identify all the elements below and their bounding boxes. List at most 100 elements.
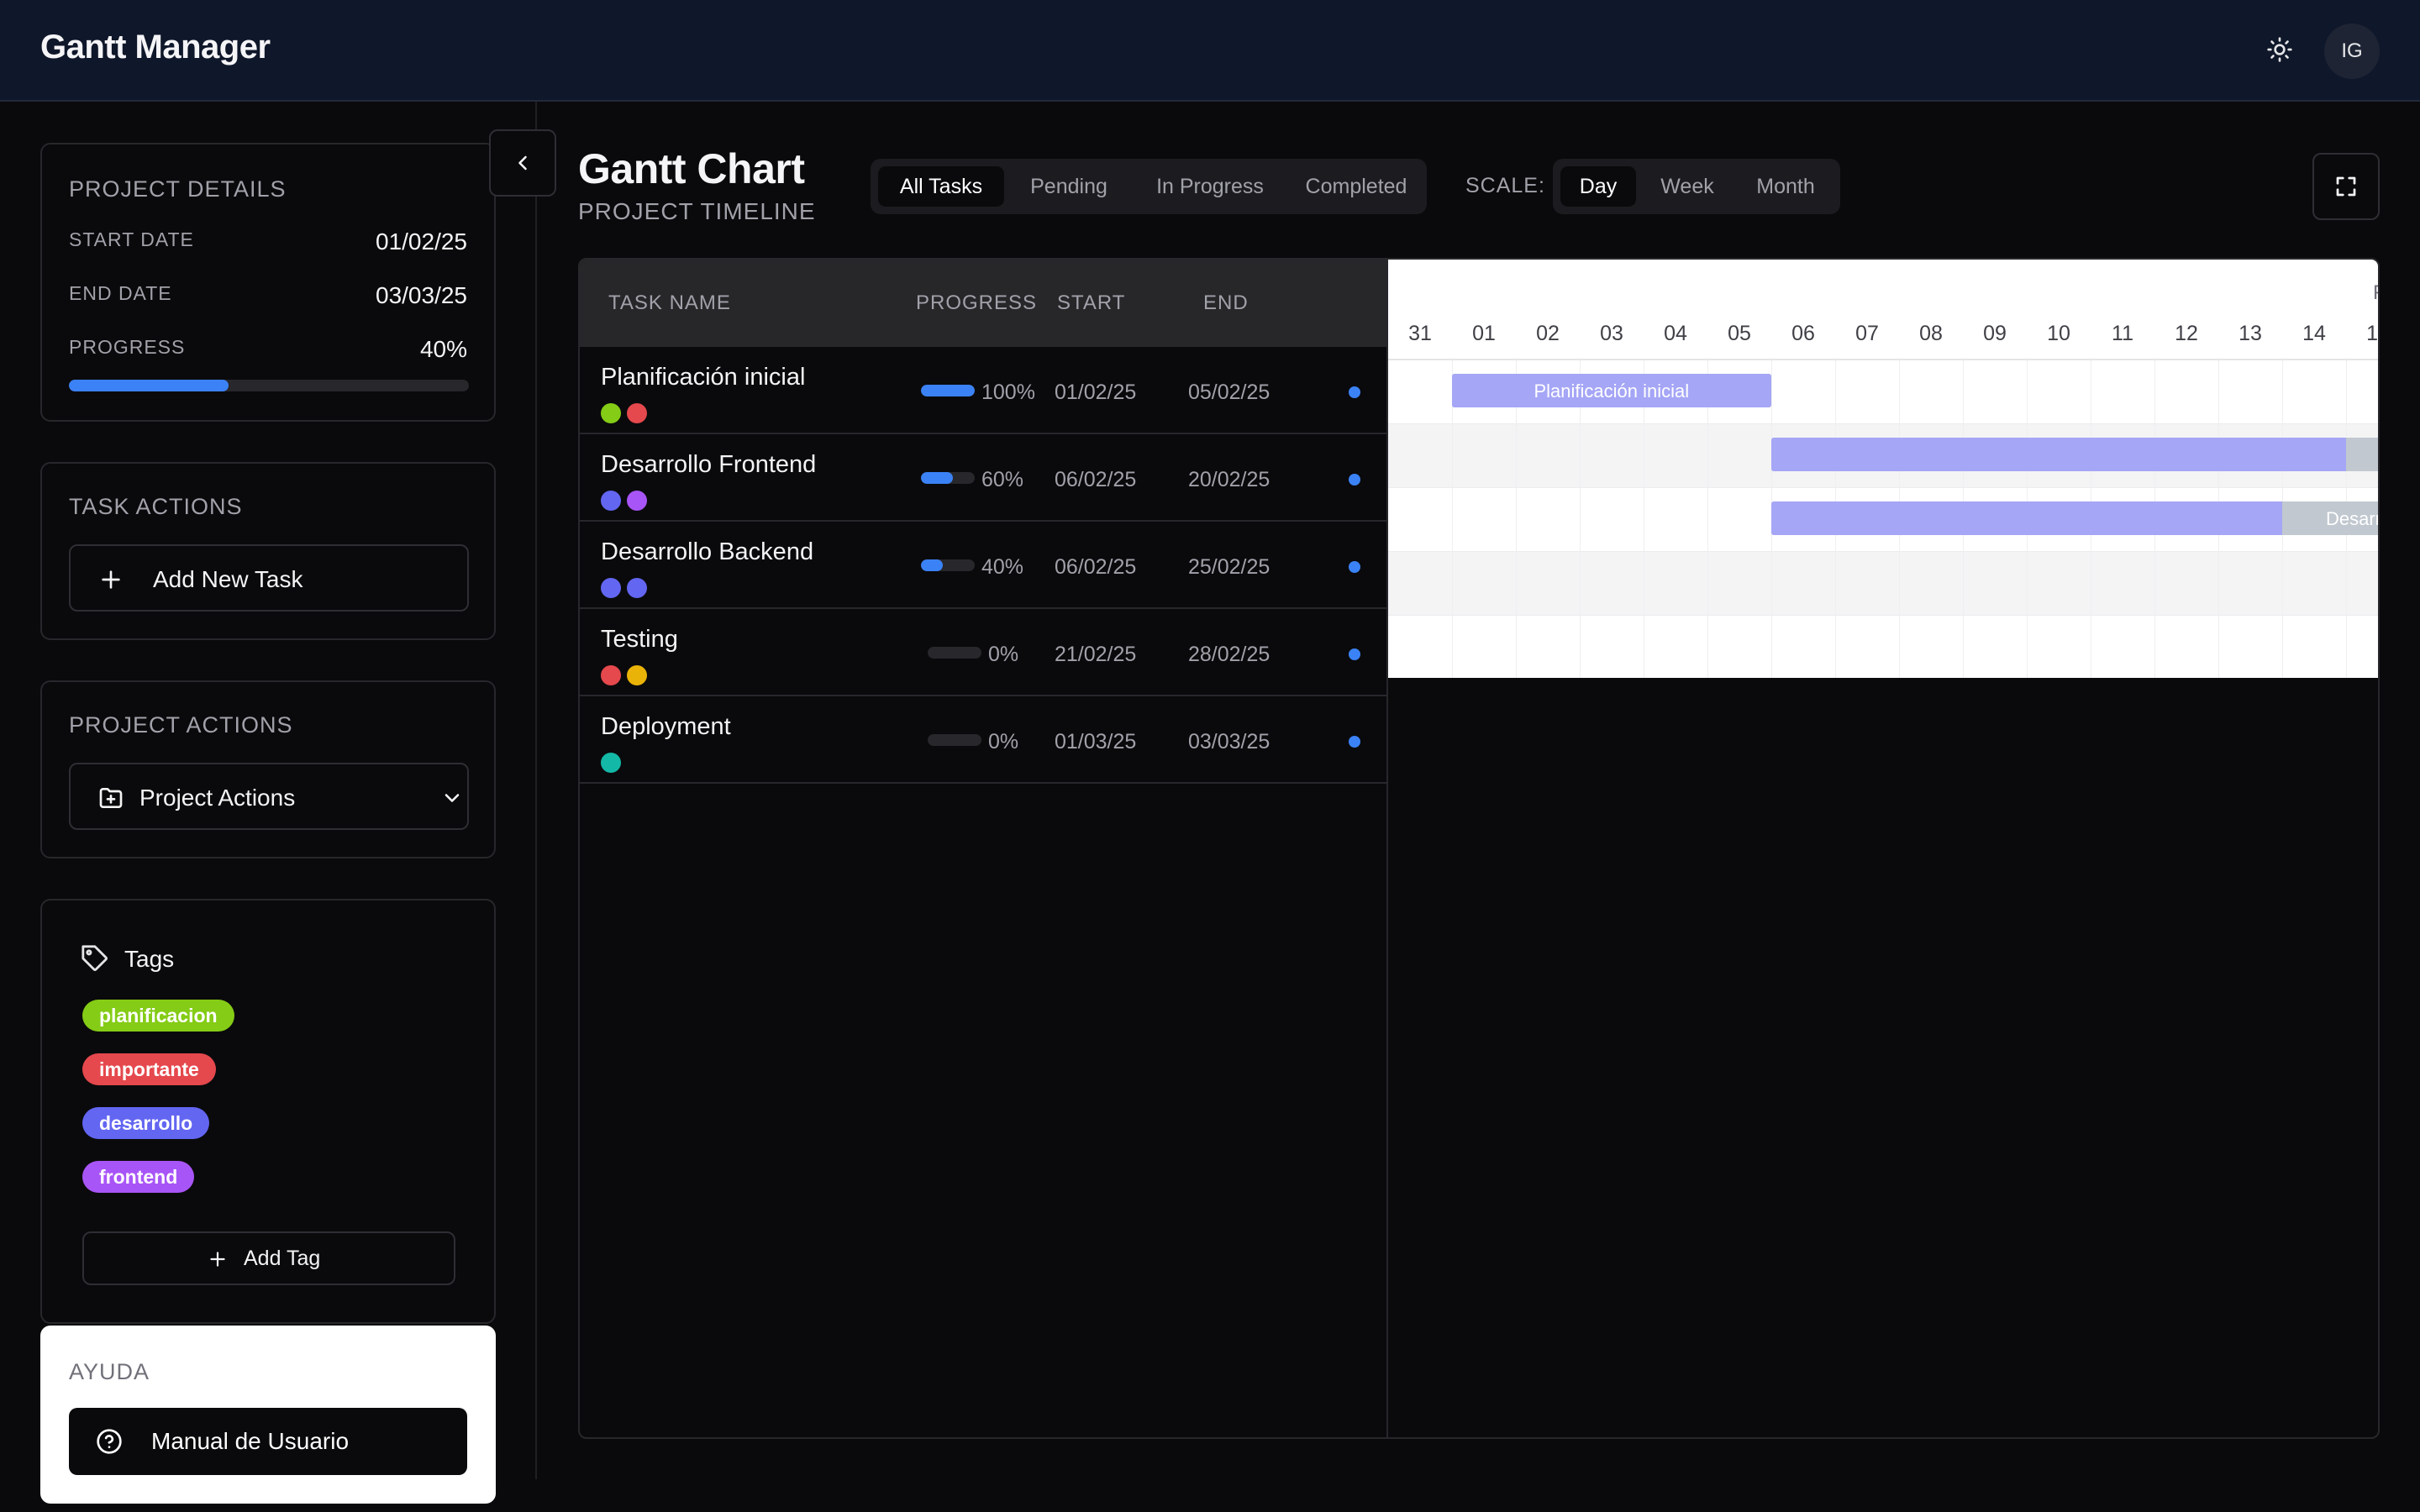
help-card: AYUDA Manual de Usuario	[40, 1326, 496, 1504]
project-actions-dropdown[interactable]: Project Actions	[69, 763, 469, 830]
gantt-bar[interactable]: Desarrollo Backend	[1771, 501, 2378, 535]
filter-in-progress[interactable]: In Progress	[1134, 166, 1286, 207]
add-tag-label: Add Tag	[244, 1247, 321, 1270]
task-progress-value: 0%	[988, 643, 1019, 666]
progress-value: 40%	[419, 336, 467, 362]
gantt-day-label: 01	[1472, 322, 1496, 345]
tag-desarrollo[interactable]: desarrollo	[82, 1107, 210, 1139]
gantt-grid-line	[1707, 360, 1708, 678]
filter-completed[interactable]: Completed	[1293, 166, 1419, 207]
task-tag-dot	[601, 403, 621, 423]
project-details-title: PROJECT DETAILS	[69, 176, 287, 202]
gantt-grid-line	[1516, 360, 1517, 678]
page-title: Gantt Chart	[578, 145, 805, 192]
fullscreen-button[interactable]	[2312, 153, 2380, 220]
project-actions-card: PROJECT ACTIONS Project Actions	[40, 680, 496, 858]
gantt-day-label: 10	[2047, 322, 2070, 345]
app-title: Gantt Manager	[40, 29, 271, 66]
task-progress-fill	[921, 385, 975, 396]
add-new-task-label: Add New Task	[153, 566, 303, 592]
gantt-row	[1388, 616, 2378, 678]
gantt-panel: TASK NAME PROGRESS START END Planificaci…	[578, 258, 2380, 1439]
task-progress-value: 40%	[981, 555, 1024, 579]
task-name: Deployment	[601, 713, 731, 740]
scale-week[interactable]: Week	[1643, 166, 1732, 207]
end-date-value: 03/03/25	[376, 282, 467, 308]
task-status-dot	[1349, 561, 1360, 573]
task-tag-dot	[601, 491, 621, 511]
task-progress-value: 60%	[981, 468, 1024, 491]
project-actions-label: Project Actions	[139, 785, 296, 811]
end-date-label: END DATE	[69, 282, 172, 304]
tag-importante[interactable]: importante	[82, 1053, 216, 1085]
gantt-bar[interactable]: Desarrollo Frontend	[1771, 438, 2378, 471]
task-table-header: TASK NAME PROGRESS START END	[580, 260, 1386, 347]
task-status-dot	[1349, 736, 1360, 748]
scale-day[interactable]: Day	[1560, 166, 1636, 207]
user-avatar[interactable]: IG	[2324, 24, 2380, 79]
start-date-label: START DATE	[69, 228, 194, 250]
add-tag-button[interactable]: Add Tag	[82, 1231, 455, 1285]
gantt-day-label: 03	[1600, 322, 1623, 345]
add-new-task-button[interactable]: Add New Task	[69, 544, 469, 612]
theme-toggle-button[interactable]	[2252, 22, 2307, 77]
task-progress-fill	[921, 472, 954, 484]
project-progress-bar	[69, 380, 469, 391]
gantt-day-label: 09	[1983, 322, 2007, 345]
gantt-day-label: 13	[2238, 322, 2262, 345]
gantt-bar-progress	[1771, 438, 2346, 471]
gantt-timeline: F 31 01 02 03 04 05 06 07 08 09 10 11 12 13 14 15 Planif…	[1388, 260, 2378, 678]
scale-selector: Day Week Month	[1553, 159, 1840, 214]
scale-label: SCALE:	[1465, 174, 1545, 197]
collapse-sidebar-button[interactable]	[489, 129, 556, 197]
tag-icon	[82, 945, 108, 971]
gantt-day-label: 31	[1408, 322, 1432, 345]
help-title: AYUDA	[69, 1359, 150, 1384]
task-tag-dot	[601, 665, 621, 685]
task-row[interactable]: Desarrollo Frontend 60% 06/02/25 20/02/25	[580, 434, 1386, 522]
gantt-row	[1388, 552, 2378, 616]
gantt-day-label: 06	[1791, 322, 1815, 345]
header-end: END	[1203, 291, 1249, 314]
task-actions-card: TASK ACTIONS Add New Task	[40, 462, 496, 640]
task-start-date: 21/02/25	[1055, 643, 1137, 666]
fullscreen-icon	[2336, 176, 2356, 197]
task-progress-value: 100%	[981, 381, 1035, 404]
task-row[interactable]: Planificación inicial 100% 01/02/25 05/02/2…	[580, 347, 1386, 434]
gantt-bar-progress	[1771, 501, 2282, 535]
task-filter-group: All Tasks Pending In Progress Completed	[871, 159, 1427, 214]
task-actions-title: TASK ACTIONS	[69, 494, 243, 519]
tag-frontend[interactable]: frontend	[82, 1161, 195, 1193]
tag-planificacion[interactable]: planificacion	[82, 1000, 234, 1032]
gantt-bar[interactable]: Planificación inicial	[1452, 374, 1771, 407]
task-name: Desarrollo Frontend	[601, 451, 817, 478]
task-progress-fill	[921, 559, 943, 571]
task-start-date: 06/02/25	[1055, 555, 1137, 579]
task-tag-dot	[601, 753, 621, 773]
task-end-date: 28/02/25	[1188, 643, 1270, 666]
start-date-value: 01/02/25	[376, 228, 467, 255]
task-name: Testing	[601, 626, 678, 653]
gantt-day-label: 05	[1728, 322, 1751, 345]
scale-month[interactable]: Month	[1739, 166, 1833, 207]
project-details-card: PROJECT DETAILS START DATE 01/02/25 END …	[40, 143, 496, 422]
task-row[interactable]: Desarrollo Backend 40% 06/02/25 25/02/25	[580, 522, 1386, 609]
app-header: Gantt Manager IG	[0, 0, 2420, 102]
task-progress-bar	[928, 734, 981, 746]
tags-card: Tags planificacion importante desarrollo fr…	[40, 899, 496, 1324]
header-start: START	[1057, 291, 1126, 314]
header-task-name: TASK NAME	[608, 291, 731, 314]
tags-title: Tags	[124, 946, 175, 972]
gantt-month-label: F	[2373, 281, 2378, 305]
chevron-left-icon	[518, 155, 527, 171]
task-row[interactable]: Testing 0% 21/02/25 28/02/25	[580, 609, 1386, 696]
gantt-day-label: 11	[2112, 322, 2133, 345]
filter-all-tasks[interactable]: All Tasks	[878, 166, 1004, 207]
gantt-day-label: 02	[1536, 322, 1560, 345]
sidebar-divider	[535, 102, 537, 1479]
task-row[interactable]: Deployment 0% 01/03/25 03/03/25	[580, 696, 1386, 784]
filter-pending[interactable]: Pending	[1011, 166, 1127, 207]
user-manual-button[interactable]: Manual de Usuario	[69, 1408, 467, 1475]
gantt-grid-line	[1452, 360, 1453, 678]
gantt-day-label: 14	[2302, 322, 2326, 345]
